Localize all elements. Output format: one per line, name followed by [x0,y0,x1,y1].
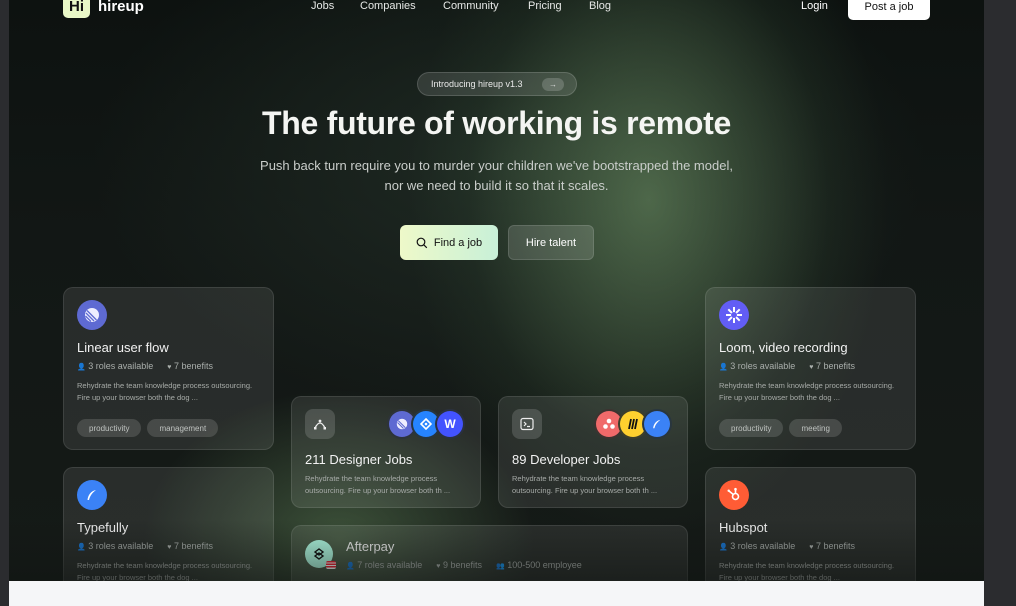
logo-text: hireup [98,0,144,15]
tag-list: productivity management [77,419,219,437]
user-icon: 👤 [77,544,86,551]
find-job-button[interactable]: Find a job [400,225,498,260]
roles-text: 3 roles available [88,541,154,551]
heart-icon: ♥ [809,544,814,551]
linear-logo-icon [77,300,107,330]
post-job-button[interactable]: Post a job [848,0,930,20]
benefits: ♥ 7 benefits [809,361,855,371]
user-icon: 👤 [719,364,728,371]
category-card-developer[interactable]: 89 Developer Jobs Rehydrate the team kno… [498,396,688,508]
card-meta: 👤 3 roles available ♥ 7 benefits [77,541,213,551]
roles-text: 3 roles available [730,541,796,551]
company-avatar-stack [594,409,672,439]
roles-available: 👤 7 roles available [346,560,422,570]
card-description: Rehydrate the team knowledge process out… [305,474,451,495]
login-link[interactable]: Login [801,0,828,12]
afterpay-logo-icon [305,540,336,569]
right-margin [984,0,1016,606]
tag-productivity[interactable]: productivity [77,419,142,437]
benefits-text: 7 benefits [815,541,855,551]
user-icon: 👤 [719,544,728,551]
roles-text: 3 roles available [730,361,796,371]
hero-title: The future of working is remote [262,105,731,141]
card-meta: 👤 3 roles available ♥ 7 benefits [719,361,855,371]
card-description: Rehydrate the team knowledge process out… [77,561,253,581]
company-card-loom[interactable]: Loom, video recording 👤 3 roles availabl… [705,287,916,450]
logo[interactable]: Hi hireup [63,0,144,18]
hire-talent-button[interactable]: Hire talent [508,225,594,260]
card-title: Afterpay [346,539,395,554]
nav-link-pricing[interactable]: Pricing [528,0,562,12]
left-margin [0,0,9,606]
heart-icon: ♥ [167,544,172,551]
typefully-logo-icon [642,409,672,439]
hubspot-logo-icon [719,480,749,510]
roles-available: 👤 3 roles available [77,541,153,551]
roles-available: 👤 3 roles available [77,361,153,371]
heart-icon: ♥ [809,364,814,371]
hero-page: Hi hireup Jobs Companies Community Prici… [9,0,984,581]
card-title: Loom, video recording [719,340,848,355]
card-description: Rehydrate the team knowledge process out… [719,561,895,581]
benefits-text: 7 benefits [173,361,213,371]
tag-meeting[interactable]: meeting [789,419,842,437]
arrow-right-icon: → [542,78,564,91]
heart-icon: ♥ [167,364,172,371]
card-meta: 👤 7 roles available ♥ 9 benefits 👥 100-5… [346,560,582,570]
card-title: 89 Developer Jobs [512,452,621,467]
webflow-logo-icon: W [435,409,465,439]
card-meta: 👤 3 roles available ♥ 7 benefits [77,361,213,371]
roles-text: 3 roles available [88,361,154,371]
benefits: ♥ 7 benefits [167,361,213,371]
us-flag-icon [326,561,336,569]
benefits-text: 9 benefits [442,560,482,570]
tag-productivity[interactable]: productivity [719,419,784,437]
nav-link-companies[interactable]: Companies [360,0,416,12]
company-card-typefully[interactable]: Typefully 👤 3 roles available ♥ 7 benefi… [63,467,274,581]
card-title: 211 Designer Jobs [305,452,413,467]
announcement-pill[interactable]: Introducing hireup v1.3 → [417,72,577,96]
card-meta: 👤 3 roles available ♥ 7 benefits [719,541,855,551]
nav-link-jobs[interactable]: Jobs [311,0,334,12]
nav-link-community[interactable]: Community [443,0,499,12]
company-card-linear[interactable]: Linear user flow 👤 3 roles available ♥ 7… [63,287,274,450]
announcement-text: Introducing hireup v1.3 [431,79,523,89]
tag-list: productivity meeting [719,419,842,437]
company-card-afterpay[interactable]: Afterpay 👤 7 roles available ♥ 9 benefit… [291,525,688,581]
heart-icon: ♥ [436,563,441,570]
company-avatar-stack: W [387,409,465,439]
search-icon [416,237,428,248]
benefits: ♥ 9 benefits [436,560,482,570]
card-description: Rehydrate the team knowledge process out… [512,474,658,495]
pen-tool-icon [305,409,335,439]
company-card-hubspot[interactable]: Hubspot 👤 3 roles available ♥ 7 benefits… [705,467,916,581]
card-title: Hubspot [719,520,768,535]
card-description: Rehydrate the team knowledge process out… [719,381,895,402]
benefits-text: 7 benefits [173,541,213,551]
employees-text: 100-500 employee [507,560,582,570]
bottom-bar [9,581,984,606]
card-title: Typefully [77,520,129,535]
benefits: ♥ 7 benefits [809,541,855,551]
logo-mark: Hi [63,0,90,18]
nav-link-blog[interactable]: Blog [589,0,611,12]
category-card-designer[interactable]: W 211 Designer Jobs Rehydrate the team k… [291,396,481,508]
card-title: Linear user flow [77,340,169,355]
people-icon: 👥 [495,563,505,570]
benefits-text: 7 benefits [815,361,855,371]
user-icon: 👤 [346,563,355,570]
user-icon: 👤 [77,364,86,371]
terminal-icon [512,409,542,439]
roles-text: 7 roles available [357,560,423,570]
employee-count: 👥 100-500 employee [496,560,582,570]
typefully-logo-icon [77,480,107,510]
loom-logo-icon [719,300,749,330]
roles-available: 👤 3 roles available [719,541,795,551]
find-job-label: Find a job [433,236,483,249]
tag-management[interactable]: management [147,419,219,437]
hero-subtitle: Push back turn require you to murder you… [260,158,733,193]
roles-available: 👤 3 roles available [719,361,795,371]
card-description: Rehydrate the team knowledge process out… [77,381,253,402]
benefits: ♥ 7 benefits [167,541,213,551]
